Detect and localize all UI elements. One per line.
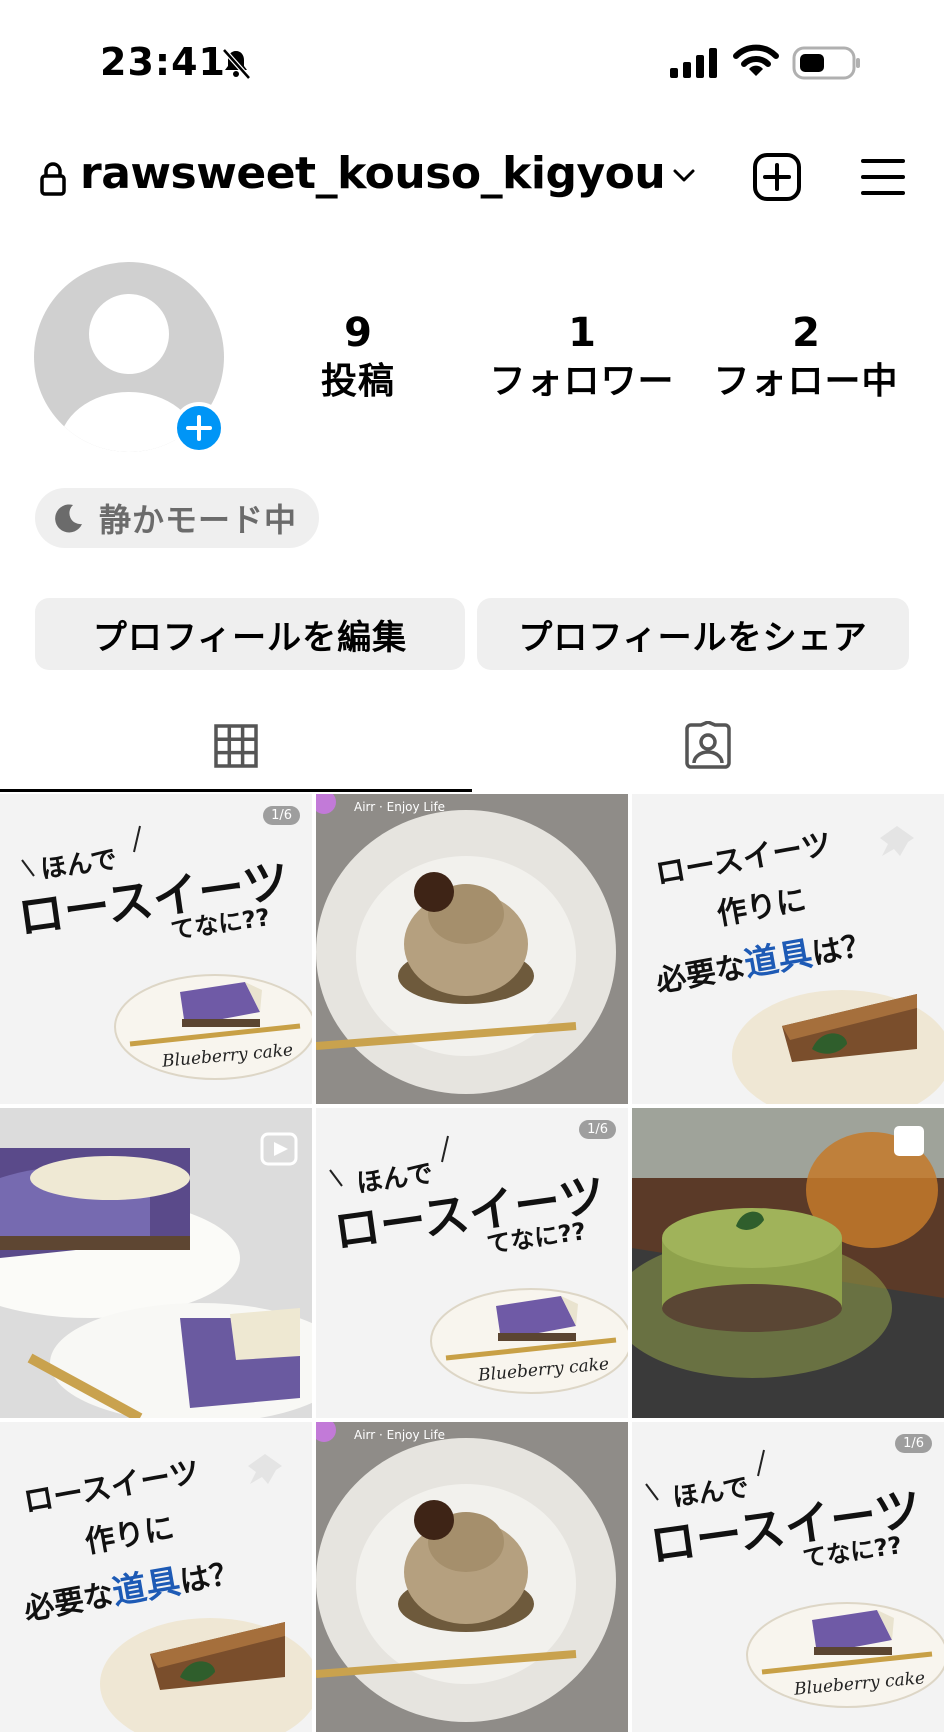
stat-following[interactable]: 2 フォロー中 [706, 310, 906, 404]
post-tile[interactable]: 1/6 ほんで ロースイーツ てなに?? Blueberry cake [316, 1108, 628, 1418]
silent-bell-icon [222, 48, 251, 80]
followers-label: フォロワー [489, 361, 675, 402]
carousel-count-badge: 1/6 [895, 1434, 932, 1453]
post-tile[interactable]: ロースイーツ 作りに 必要な道具は？ [0, 1422, 312, 1732]
posts-label: 投稿 [320, 361, 395, 402]
carousel-count-badge: 1/6 [579, 1120, 616, 1139]
post-tile[interactable]: ロースイーツ 作りに 必要な道具は？ [632, 794, 944, 1104]
post-tile[interactable] [0, 1108, 312, 1418]
post-tile[interactable]: Airr · Enjoy Life [316, 1422, 628, 1732]
reel-audio-label: Airr · Enjoy Life [354, 1428, 446, 1442]
posts-count: 9 [344, 310, 372, 356]
stat-followers[interactable]: 1 フォロワー [482, 310, 682, 404]
lock-icon [40, 162, 66, 196]
following-count: 2 [792, 310, 820, 356]
cellular-signal-icon [670, 48, 717, 78]
following-label: フォロー中 [713, 361, 899, 402]
tab-posts-grid[interactable] [0, 700, 472, 792]
post-tile[interactable]: 1/6 ほんで ロースイーツ てなに?? Blueberry cake [632, 1422, 944, 1732]
post-image [316, 794, 628, 1104]
wifi-icon [733, 44, 779, 76]
hamburger-menu-icon[interactable] [860, 156, 906, 198]
create-post-icon[interactable] [752, 152, 802, 202]
add-story-icon[interactable] [173, 402, 225, 454]
status-time: 23:41 [100, 40, 226, 84]
followers-count: 1 [568, 310, 596, 356]
post-image [632, 1108, 944, 1418]
stat-posts[interactable]: 9 投稿 [258, 310, 458, 404]
chevron-down-icon[interactable] [672, 168, 696, 184]
edit-profile-button[interactable]: プロフィールを編集 [35, 598, 465, 670]
carousel-count-badge: 1/6 [263, 806, 300, 825]
post-image [316, 1422, 628, 1732]
moon-icon [55, 504, 82, 533]
battery-icon [792, 46, 860, 80]
post-tile[interactable] [632, 1108, 944, 1418]
grid-icon [214, 724, 258, 768]
post-tile[interactable]: Airr · Enjoy Life [316, 794, 628, 1104]
account-username[interactable]: rawsweet_kouso_kigyou [80, 148, 666, 199]
share-profile-button[interactable]: プロフィールをシェア [477, 598, 909, 670]
posts-grid: 1/6 ほんで ロースイーツ てなに?? Blueberry cake Airr… [0, 794, 944, 1733]
post-image [0, 1108, 312, 1418]
reel-audio-label: Airr · Enjoy Life [354, 800, 446, 814]
tagged-person-icon [685, 721, 731, 769]
active-tab-indicator [0, 789, 472, 792]
tab-tagged[interactable] [472, 700, 944, 792]
post-tile[interactable]: 1/6 ほんで ロースイーツ てなに?? Blueberry cake [0, 794, 312, 1104]
quiet-mode-badge[interactable]: 静かモード中 [35, 488, 320, 548]
quiet-mode-label: 静かモード中 [99, 501, 298, 539]
